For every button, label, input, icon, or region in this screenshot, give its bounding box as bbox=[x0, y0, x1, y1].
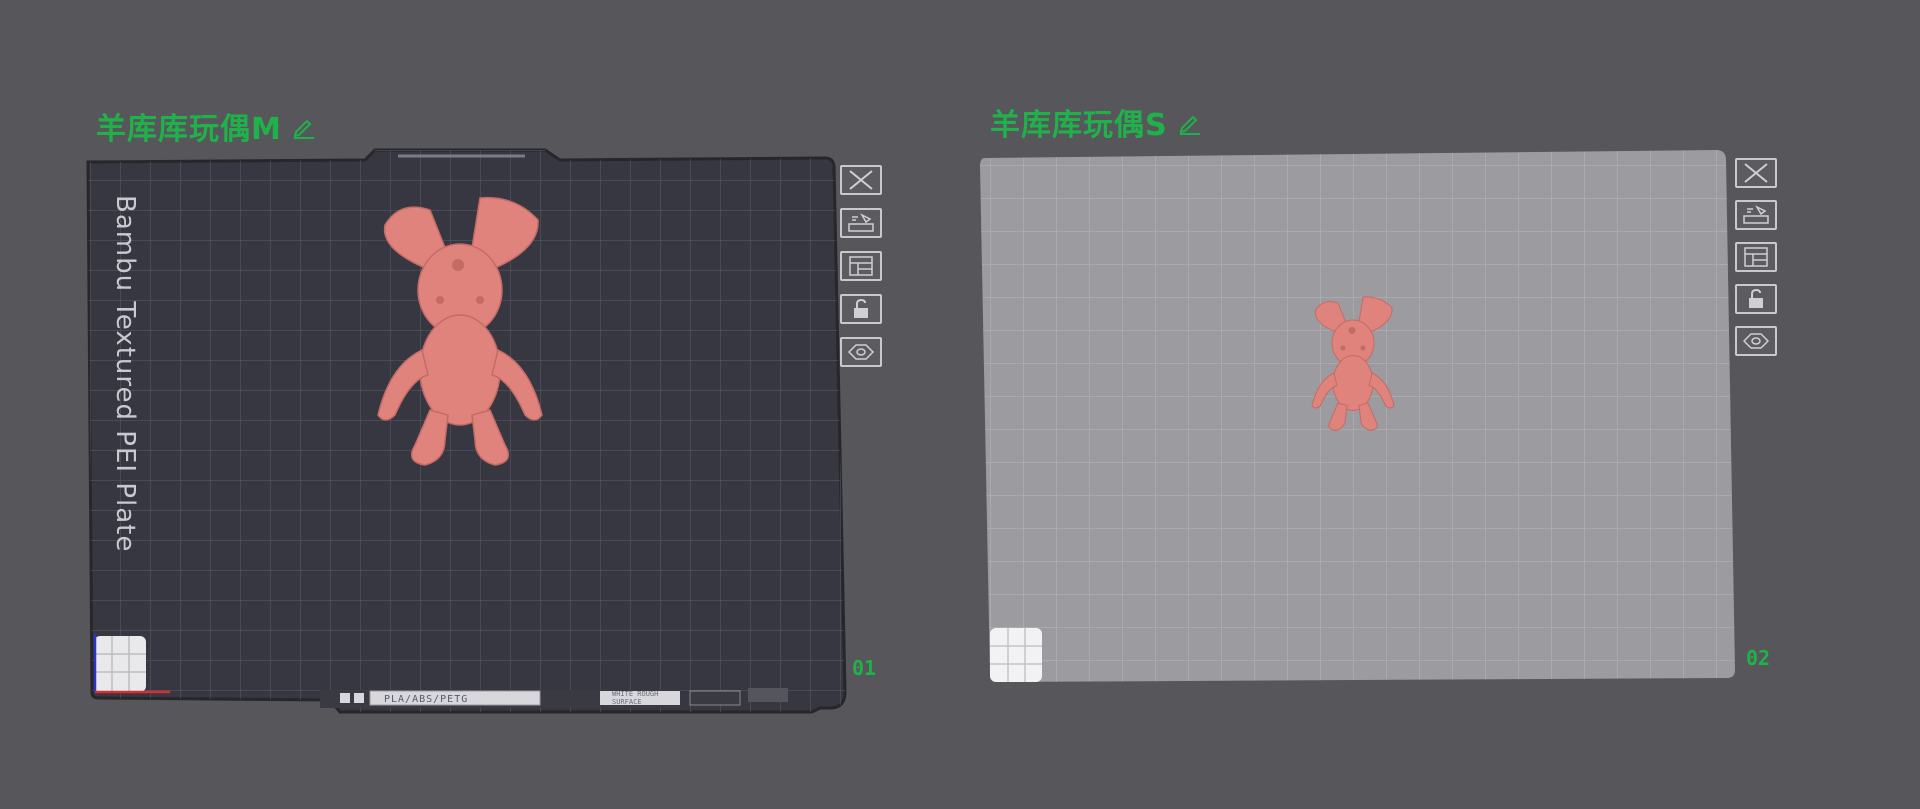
plate-settings-button[interactable] bbox=[840, 337, 882, 367]
plate-2-number: 02 bbox=[1746, 646, 1771, 670]
auto-orient-button[interactable] bbox=[1735, 242, 1777, 272]
edit-icon[interactable] bbox=[290, 113, 316, 139]
plate-2-name: 羊库库玩偶S bbox=[990, 108, 1168, 143]
plate-2-toolbar bbox=[1735, 158, 1777, 356]
arrange-icon bbox=[848, 213, 874, 232]
arrange-icon bbox=[1743, 205, 1769, 224]
plate-1-toolbar bbox=[840, 165, 882, 367]
plate-1-title: 羊库库玩偶M bbox=[96, 104, 316, 148]
plate-2-title: 羊库库玩偶S bbox=[990, 100, 1202, 144]
close-plate-button[interactable] bbox=[840, 165, 882, 195]
lock-plate-button[interactable] bbox=[840, 294, 882, 324]
model-sheep-doll-s[interactable] bbox=[1303, 283, 1403, 443]
plate-type-label: Bambu Textured PEI Plate bbox=[110, 195, 140, 553]
arrange-button[interactable] bbox=[1735, 200, 1777, 230]
eye-icon bbox=[1742, 333, 1770, 349]
close-plate-button[interactable] bbox=[1735, 158, 1777, 188]
lock-icon bbox=[854, 298, 868, 318]
layout-icon bbox=[1744, 247, 1768, 267]
plate-settings-button[interactable] bbox=[1735, 326, 1777, 356]
eye-icon bbox=[847, 344, 875, 360]
close-icon bbox=[1744, 163, 1768, 183]
arrange-button[interactable] bbox=[840, 208, 882, 238]
layout-icon bbox=[849, 256, 873, 276]
model-sheep-doll-m[interactable] bbox=[360, 190, 560, 470]
surface-label: WHITE ROUGH SURFACE bbox=[612, 690, 659, 706]
filament-label: PLA/ABS/PETG bbox=[384, 694, 469, 705]
lock-plate-button[interactable] bbox=[1735, 284, 1777, 314]
auto-orient-button[interactable] bbox=[840, 251, 882, 281]
lock-icon bbox=[1749, 288, 1763, 308]
plate-1-number: 01 bbox=[852, 656, 877, 680]
edit-icon[interactable] bbox=[1176, 109, 1202, 135]
plate-1-name: 羊库库玩偶M bbox=[96, 112, 282, 147]
close-icon bbox=[849, 170, 873, 190]
